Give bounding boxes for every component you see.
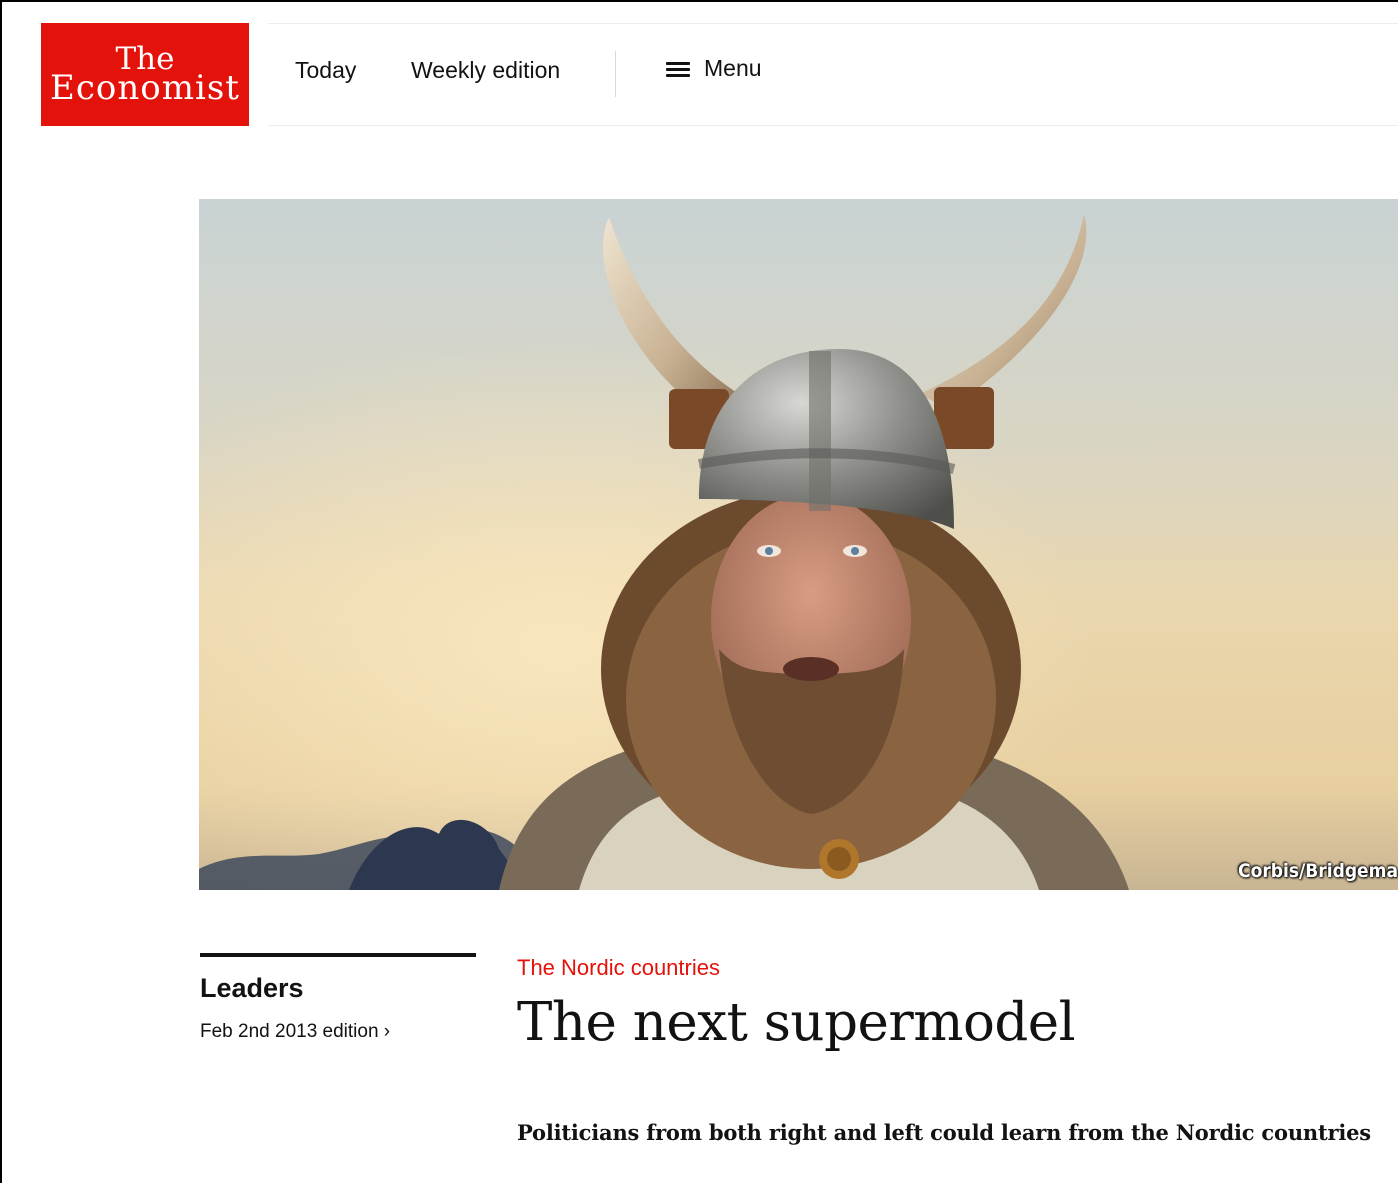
article-headline: The next supermodel (517, 992, 1076, 1053)
nav-today-link[interactable]: Today (295, 57, 356, 84)
economist-logo[interactable]: The Economist (41, 23, 249, 126)
logo-line-economist: Economist (50, 68, 240, 109)
article-rubric: Politicians from both right and left cou… (517, 1120, 1371, 1145)
menu-label: Menu (704, 55, 762, 81)
article-flytitle[interactable]: The Nordic countries (517, 955, 720, 981)
hero-image: Corbis/Bridgema (199, 199, 1398, 890)
nav-weekly-edition-link[interactable]: Weekly edition (411, 57, 560, 84)
photo-credit: Corbis/Bridgema (1238, 860, 1398, 882)
nav-divider (615, 51, 616, 97)
section-rule (200, 953, 476, 957)
hamburger-icon (666, 60, 690, 78)
top-navigation: Today Weekly edition Menu (268, 23, 1398, 126)
section-label[interactable]: Leaders (200, 973, 304, 1004)
edition-link[interactable]: Feb 2nd 2013 edition › (200, 1021, 390, 1043)
menu-button[interactable]: Menu (666, 55, 762, 82)
viking-illustration (199, 199, 1398, 890)
